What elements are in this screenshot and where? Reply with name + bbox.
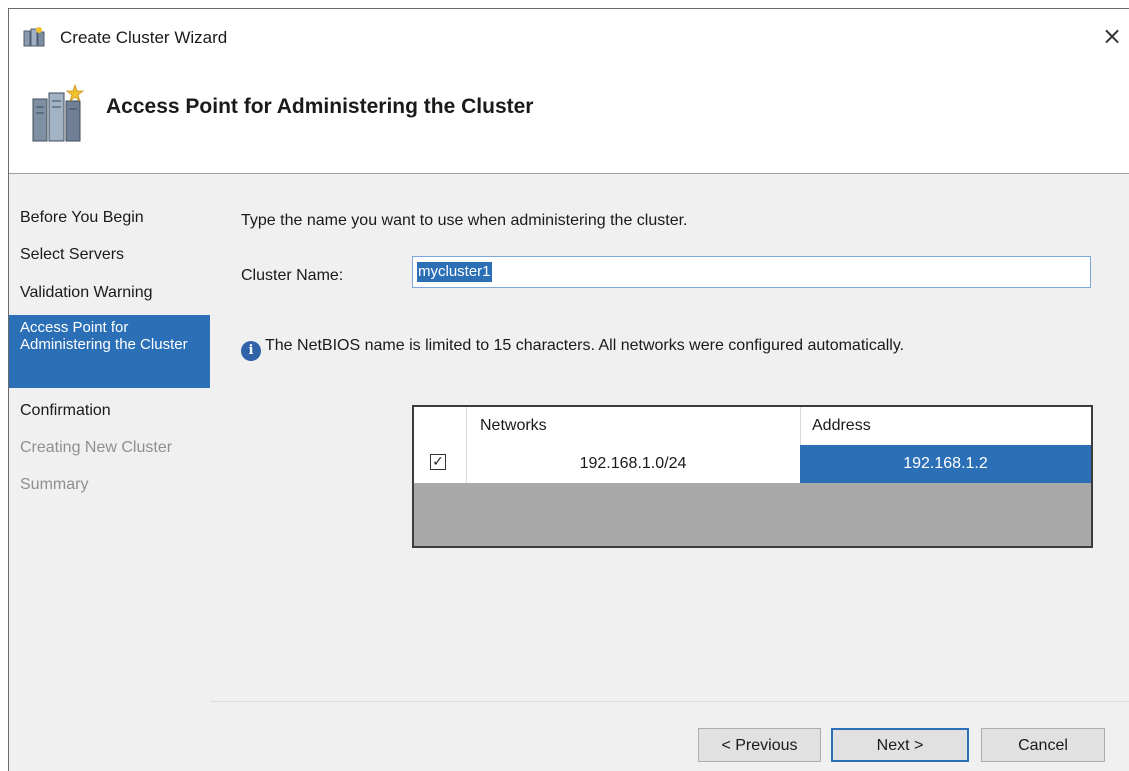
title-bar: Create Cluster Wizard × [9,9,1129,61]
instruction-text: Type the name you want to use when admin… [241,212,688,229]
cluster-name-label: Cluster Name: [241,267,344,284]
cluster-app-icon [23,26,45,48]
cluster-name-value: mycluster1 [417,262,492,282]
table-row[interactable]: ✓ 192.168.1.0/24 192.168.1.2 [414,445,1091,483]
address-cell[interactable]: 192.168.1.2 [800,445,1091,483]
step-validation-warning[interactable]: Validation Warning [9,284,210,302]
grid-header-address[interactable]: Address [800,407,1091,445]
cluster-name-input[interactable]: mycluster1 [412,256,1091,288]
networks-grid: Networks Address ✓ 192.168.1.0/24 192.16… [412,405,1093,548]
grid-col-divider [800,407,801,445]
next-button[interactable]: Next > [831,728,969,762]
step-confirmation[interactable]: Confirmation [9,402,210,420]
step-access-point-active[interactable]: Access Point for Administering the Clust… [9,315,210,388]
wizard-window: Create Cluster Wizard × Access Point for… [8,8,1129,771]
wizard-header: Access Point for Administering the Clust… [9,61,1129,173]
step-select-servers[interactable]: Select Servers [9,246,210,264]
netbios-info: i The NetBIOS name is limited to 15 chara… [241,337,904,361]
grid-header-row: Networks Address [414,407,1091,446]
page-title: Access Point for Administering the Clust… [106,95,534,118]
previous-button[interactable]: < Previous [698,728,821,762]
grid-col-divider [466,407,467,445]
step-creating-new-cluster: Creating New Cluster [20,439,173,456]
grid-header-networks[interactable]: Networks [466,407,800,445]
grid-header-check [414,407,466,445]
close-icon[interactable]: × [1099,23,1125,49]
network-cell[interactable]: 192.168.1.0/24 [466,445,800,483]
window-title: Create Cluster Wizard [60,28,228,47]
wizard-content: Type the name you want to use when admin… [210,174,1129,771]
cancel-button[interactable]: Cancel [981,728,1105,762]
step-before-you-begin[interactable]: Before You Begin [9,209,210,227]
footer-divider [210,701,1129,702]
wizard-steps-sidebar: Before You Begin Select Servers Validati… [9,174,210,771]
info-text: The NetBIOS name is limited to 15 charac… [265,337,905,354]
cluster-servers-icon [31,83,85,145]
grid-col-divider [466,445,467,483]
step-summary: Summary [20,476,89,493]
info-icon: i [241,341,261,361]
network-checkbox[interactable]: ✓ [430,454,446,470]
